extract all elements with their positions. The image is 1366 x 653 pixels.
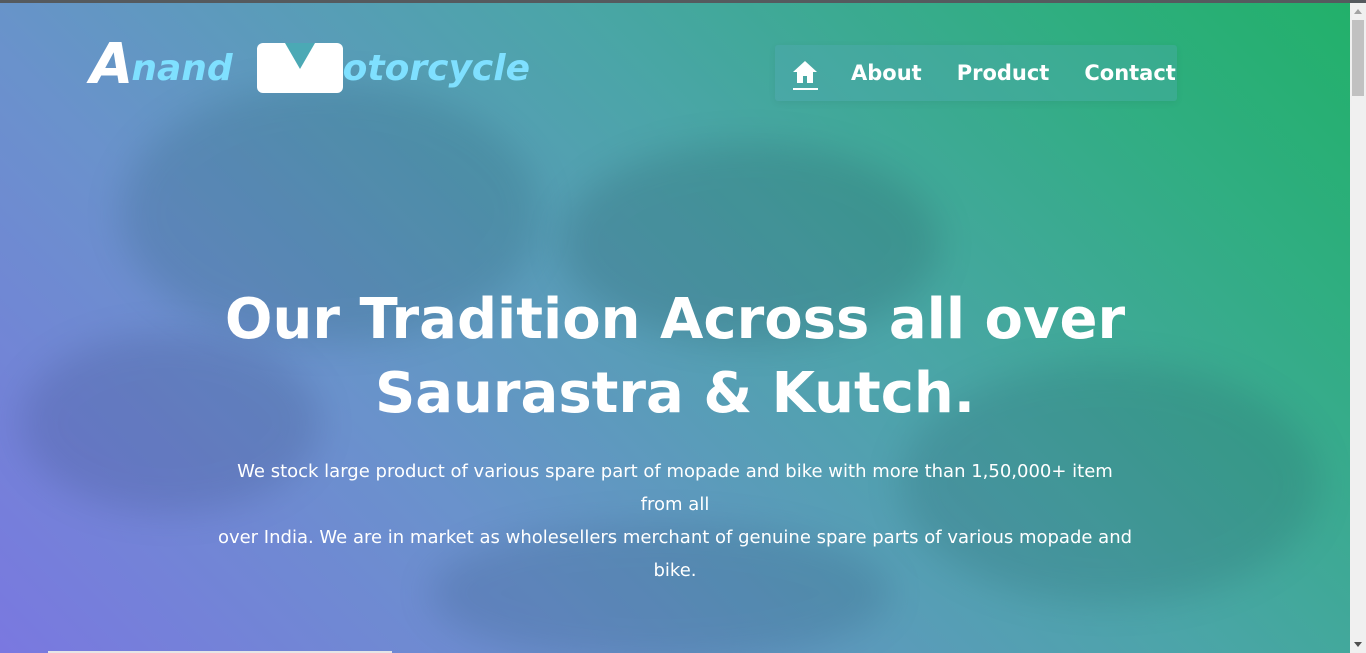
description-line-1: We stock large product of various spare … (237, 461, 1113, 515)
nav-product[interactable]: Product (957, 61, 1050, 85)
scrollbar-thumb[interactable] (1352, 20, 1364, 96)
headline-line-1: Our Tradition Across all over (224, 287, 1126, 352)
headline-line-2: Saurastra & Kutch. (374, 361, 976, 426)
home-icon (793, 61, 817, 83)
scroll-down-arrow-icon[interactable] (1354, 642, 1362, 647)
logo-letter-a: A (90, 32, 133, 97)
active-indicator (793, 88, 818, 90)
logo-word-nand: nand (131, 48, 233, 89)
vertical-scrollbar[interactable] (1350, 3, 1366, 653)
nav-contact[interactable]: Contact (1084, 61, 1176, 85)
hero-headline: Our Tradition Across all over Saurastra … (0, 283, 1350, 431)
site-logo[interactable]: A nand M otorcycle (90, 33, 530, 93)
main-nav: About Product Contact (775, 45, 1177, 101)
hero-section: A nand M otorcycle About Product Contact… (0, 3, 1350, 653)
hero-description: We stock large product of various spare … (215, 455, 1135, 587)
nav-about[interactable]: About (851, 61, 922, 85)
scroll-up-arrow-icon[interactable] (1354, 9, 1362, 14)
logo-word-otorcycle: otorcycle (342, 48, 531, 89)
nav-home[interactable] (792, 60, 818, 90)
logo-letter-m: M (256, 43, 343, 93)
window-top-border (0, 0, 1366, 3)
description-line-2: over India. We are in market as wholesel… (217, 527, 1133, 581)
